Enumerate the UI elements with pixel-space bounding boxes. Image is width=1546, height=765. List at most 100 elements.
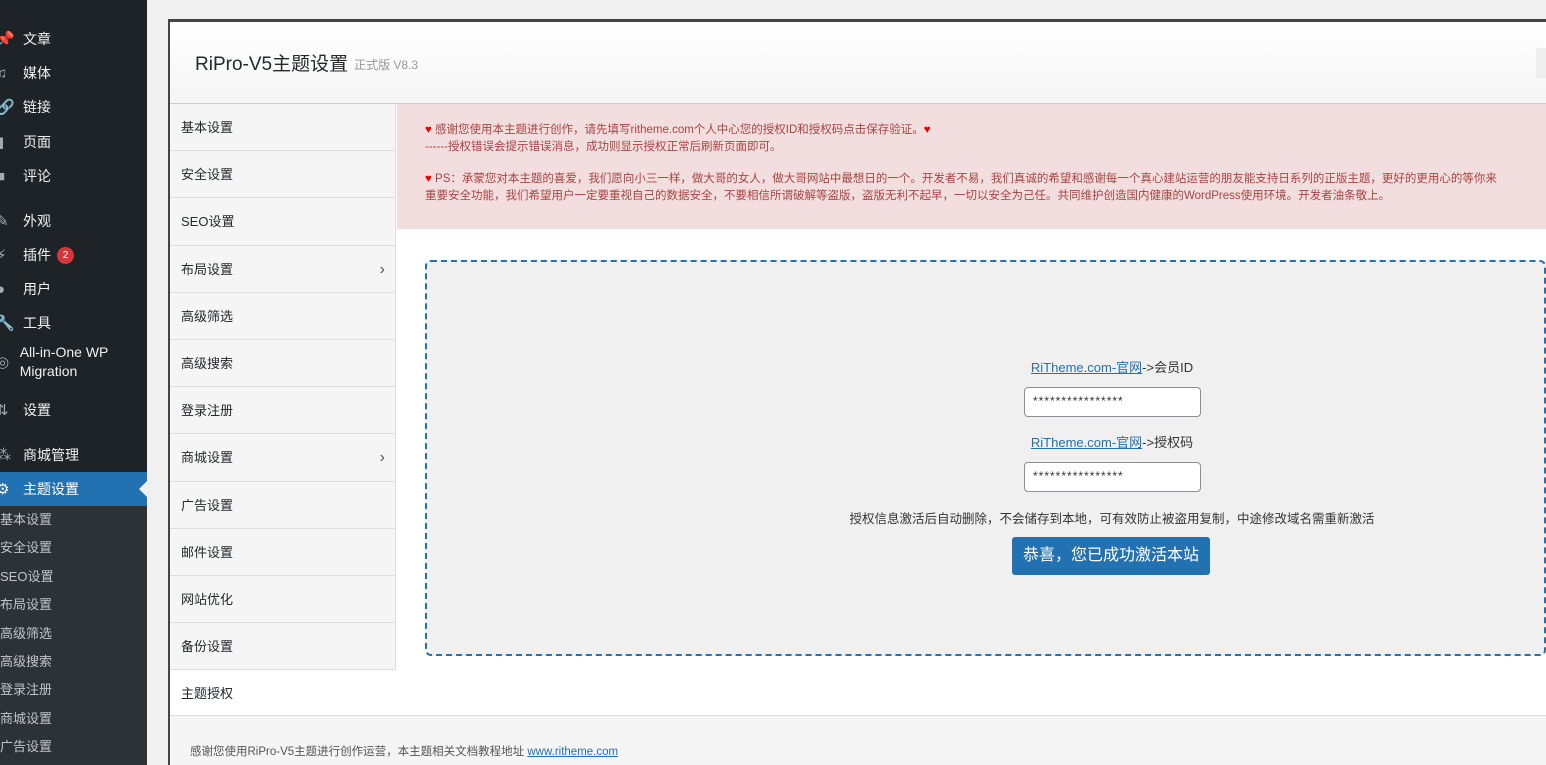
label-text: ->会员ID <box>1142 360 1194 375</box>
license-hint: 授权信息激活后自动删除，不会储存到本地，可有效防止被盗用复制，中途修改域名需重新… <box>849 512 1375 526</box>
comment-icon: ■ <box>0 167 6 185</box>
nav-label: 安全设置 <box>181 167 234 183</box>
ritheme-link[interactable]: RiTheme.com-官网 <box>1031 435 1142 450</box>
submenu-item[interactable]: 高级搜索 <box>0 648 147 676</box>
menu-label: 工具 <box>23 314 51 331</box>
admin-menu-item[interactable]: ⁂ 商城管理 <box>0 438 147 472</box>
panel-header: RiPro-V5主题设置 正式版 V8.3 <box>170 22 1546 104</box>
nav-label: 广告设置 <box>181 497 234 513</box>
license-code-input[interactable]: **************** <box>1024 462 1201 492</box>
admin-menu-item[interactable]: ♫ 媒体 <box>0 56 147 90</box>
pin-icon: 📌 <box>0 31 15 48</box>
label-text: ->授权码 <box>1142 435 1194 450</box>
nav-item[interactable]: SEO设置 <box>170 198 396 246</box>
menu-label: 主题设置 <box>23 480 79 497</box>
nav-label: 备份设置 <box>181 639 234 655</box>
admin-menu-item[interactable]: ⚡ 插件 2 <box>0 238 147 272</box>
notice-line: 重要安全功能，我们希望用户一定要重视自己的数据安全，不要相信所谓破解等盗版，盗版… <box>425 189 1391 202</box>
nav-label: 网站优化 <box>181 591 234 607</box>
nav-label: 商城设置 <box>181 450 234 466</box>
settings-icon: ⇅ <box>0 402 9 419</box>
notice-line: ------授权错误会提示错误消息，成功则显示授权正常后刷新页面即可。 <box>425 140 782 153</box>
admin-menu-item[interactable]: ● 用户 <box>0 272 147 306</box>
footer-link[interactable]: www.ritheme.com <box>527 746 618 758</box>
brush-icon: ✎ <box>0 213 9 230</box>
plugin-icon: ⚡ <box>0 247 7 264</box>
nav-item[interactable]: 登录注册 <box>170 387 396 435</box>
link-icon: 🔗 <box>0 99 15 116</box>
nav-item[interactable]: 主题授权 <box>170 670 396 718</box>
menu-label: 设置 <box>23 401 51 418</box>
wrench-icon: 🔧 <box>0 315 15 332</box>
submenu-item[interactable]: 商城设置 <box>0 705 147 733</box>
menu-label: 页面 <box>23 133 51 150</box>
admin-menu-item[interactable]: 🔧 工具 <box>0 306 147 340</box>
member-id-input[interactable]: **************** <box>1024 387 1201 417</box>
nav-item[interactable]: 广告设置 <box>170 481 396 529</box>
version-label: 正式版 V8.3 <box>354 58 419 72</box>
menu-label: 外观 <box>23 212 51 229</box>
license-box: RiTheme.com-官网->会员ID **************** Ri… <box>425 260 1546 656</box>
shop-icon: ⁂ <box>0 446 18 464</box>
heart-icon: ♥ <box>425 124 432 136</box>
nav-label: SEO设置 <box>181 214 235 230</box>
admin-menu-item[interactable]: ✎ 外观 <box>0 204 147 238</box>
admin-menu-item[interactable]: ⇅ 设置 <box>0 393 147 427</box>
license-notice: ♥ 感谢您使用本主题进行创作，请先填写ritheme.com个人中心您的授权ID… <box>397 104 1546 229</box>
nav-label: 主题授权 <box>181 686 234 702</box>
member-id-label: RiTheme.com-官网->会员ID <box>672 357 1546 376</box>
nav-item[interactable]: 备份设置 <box>170 623 396 671</box>
nav-label: 布局设置 <box>181 261 234 277</box>
menu-label: 链接 <box>23 98 51 115</box>
submenu-item[interactable]: 基本设置 <box>0 506 147 534</box>
notice-line: 感谢您使用本主题进行创作，请先填写ritheme.com个人中心您的授权ID和授… <box>435 124 924 136</box>
nav-item[interactable]: 安全设置 <box>170 151 396 199</box>
nav-label: 高级筛选 <box>181 308 234 324</box>
admin-submenu: 基本设置 安全设置 SEO设置 布局设置 高级筛选 高级搜索 登录注册 商城设置 广告设置 <box>0 506 147 765</box>
admin-menu-item[interactable]: ▮ 页面 <box>0 125 147 159</box>
submenu-item[interactable]: SEO设置 <box>0 563 147 591</box>
header-button[interactable] <box>1536 48 1546 78</box>
submenu-item[interactable]: 布局设置 <box>0 591 147 619</box>
notice-line: PS：承蒙您对本主题的喜爱，我们愿向小三一样，做大哥的女人，做大哥网站中最想日的… <box>435 173 1497 185</box>
migration-icon: ◎ <box>0 354 10 371</box>
chevron-right-icon: › <box>379 449 385 467</box>
ritheme-link[interactable]: RiTheme.com-官网 <box>1031 360 1142 375</box>
submenu-item[interactable]: 高级筛选 <box>0 620 147 648</box>
admin-menu-item[interactable]: ⚙ 主题设置 <box>0 472 147 506</box>
submenu-item[interactable]: 安全设置 <box>0 534 147 562</box>
nav-item[interactable]: 高级搜索 <box>170 339 396 388</box>
menu-label: 商城管理 <box>23 446 79 463</box>
nav-item[interactable]: 邮件设置 <box>170 528 396 576</box>
nav-label: 基本设置 <box>181 120 234 135</box>
heart-icon: ♥ <box>923 124 931 136</box>
menu-label: 文章 <box>23 30 51 47</box>
footer-text: 感谢您使用RiPro-V5主题进行创作运营，本主题相关文档教程地址 <box>190 746 528 758</box>
menu-label: All-in-One WP Migration <box>19 344 109 379</box>
admin-menu-item[interactable]: 🔗 链接 <box>0 90 147 124</box>
nav-item[interactable]: 布局设置 › <box>170 245 396 293</box>
media-icon: ♫ <box>0 64 8 82</box>
nav-item[interactable]: 网站优化 <box>170 575 396 624</box>
nav-label: 登录注册 <box>181 403 234 419</box>
admin-menu-item[interactable]: ■ 评论 <box>0 159 147 193</box>
submenu-item[interactable]: 登录注册 <box>0 676 147 704</box>
user-icon: ● <box>0 280 6 298</box>
heart-icon: ♥ <box>425 173 432 185</box>
settings-nav: 基本设置安全设置 SEO设置布局设置 › 高级筛选高级搜索登录注册商城设置 › 广告设置邮… <box>170 104 396 718</box>
chevron-right-icon: › <box>379 260 385 278</box>
submenu-item[interactable]: 广告设置 <box>0 733 147 761</box>
nav-item[interactable]: 商城设置 › <box>170 434 396 482</box>
admin-menu-item[interactable]: ◎ All-in-One WP Migration <box>0 342 147 382</box>
update-count-badge: 2 <box>57 246 74 264</box>
page-title: RiPro-V5主题设置 <box>195 54 349 75</box>
admin-menu-item[interactable]: 📌 文章 <box>0 22 147 56</box>
nav-item[interactable]: 高级筛选 <box>170 292 396 340</box>
menu-label: 评论 <box>23 167 51 184</box>
panel-footer: 感谢您使用RiPro-V5主题进行创作运营，本主题相关文档教程地址 www.ri… <box>170 715 1546 765</box>
nav-item[interactable]: 基本设置 <box>170 104 396 152</box>
nav-label: 邮件设置 <box>181 544 234 560</box>
settings-panel: RiPro-V5主题设置 正式版 V8.3 基本设置安全设置 SEO设置布局设置 ›… <box>168 19 1546 765</box>
menu-label: 媒体 <box>23 64 51 81</box>
activate-button[interactable]: 恭喜，您已成功激活本站 <box>1012 537 1210 575</box>
